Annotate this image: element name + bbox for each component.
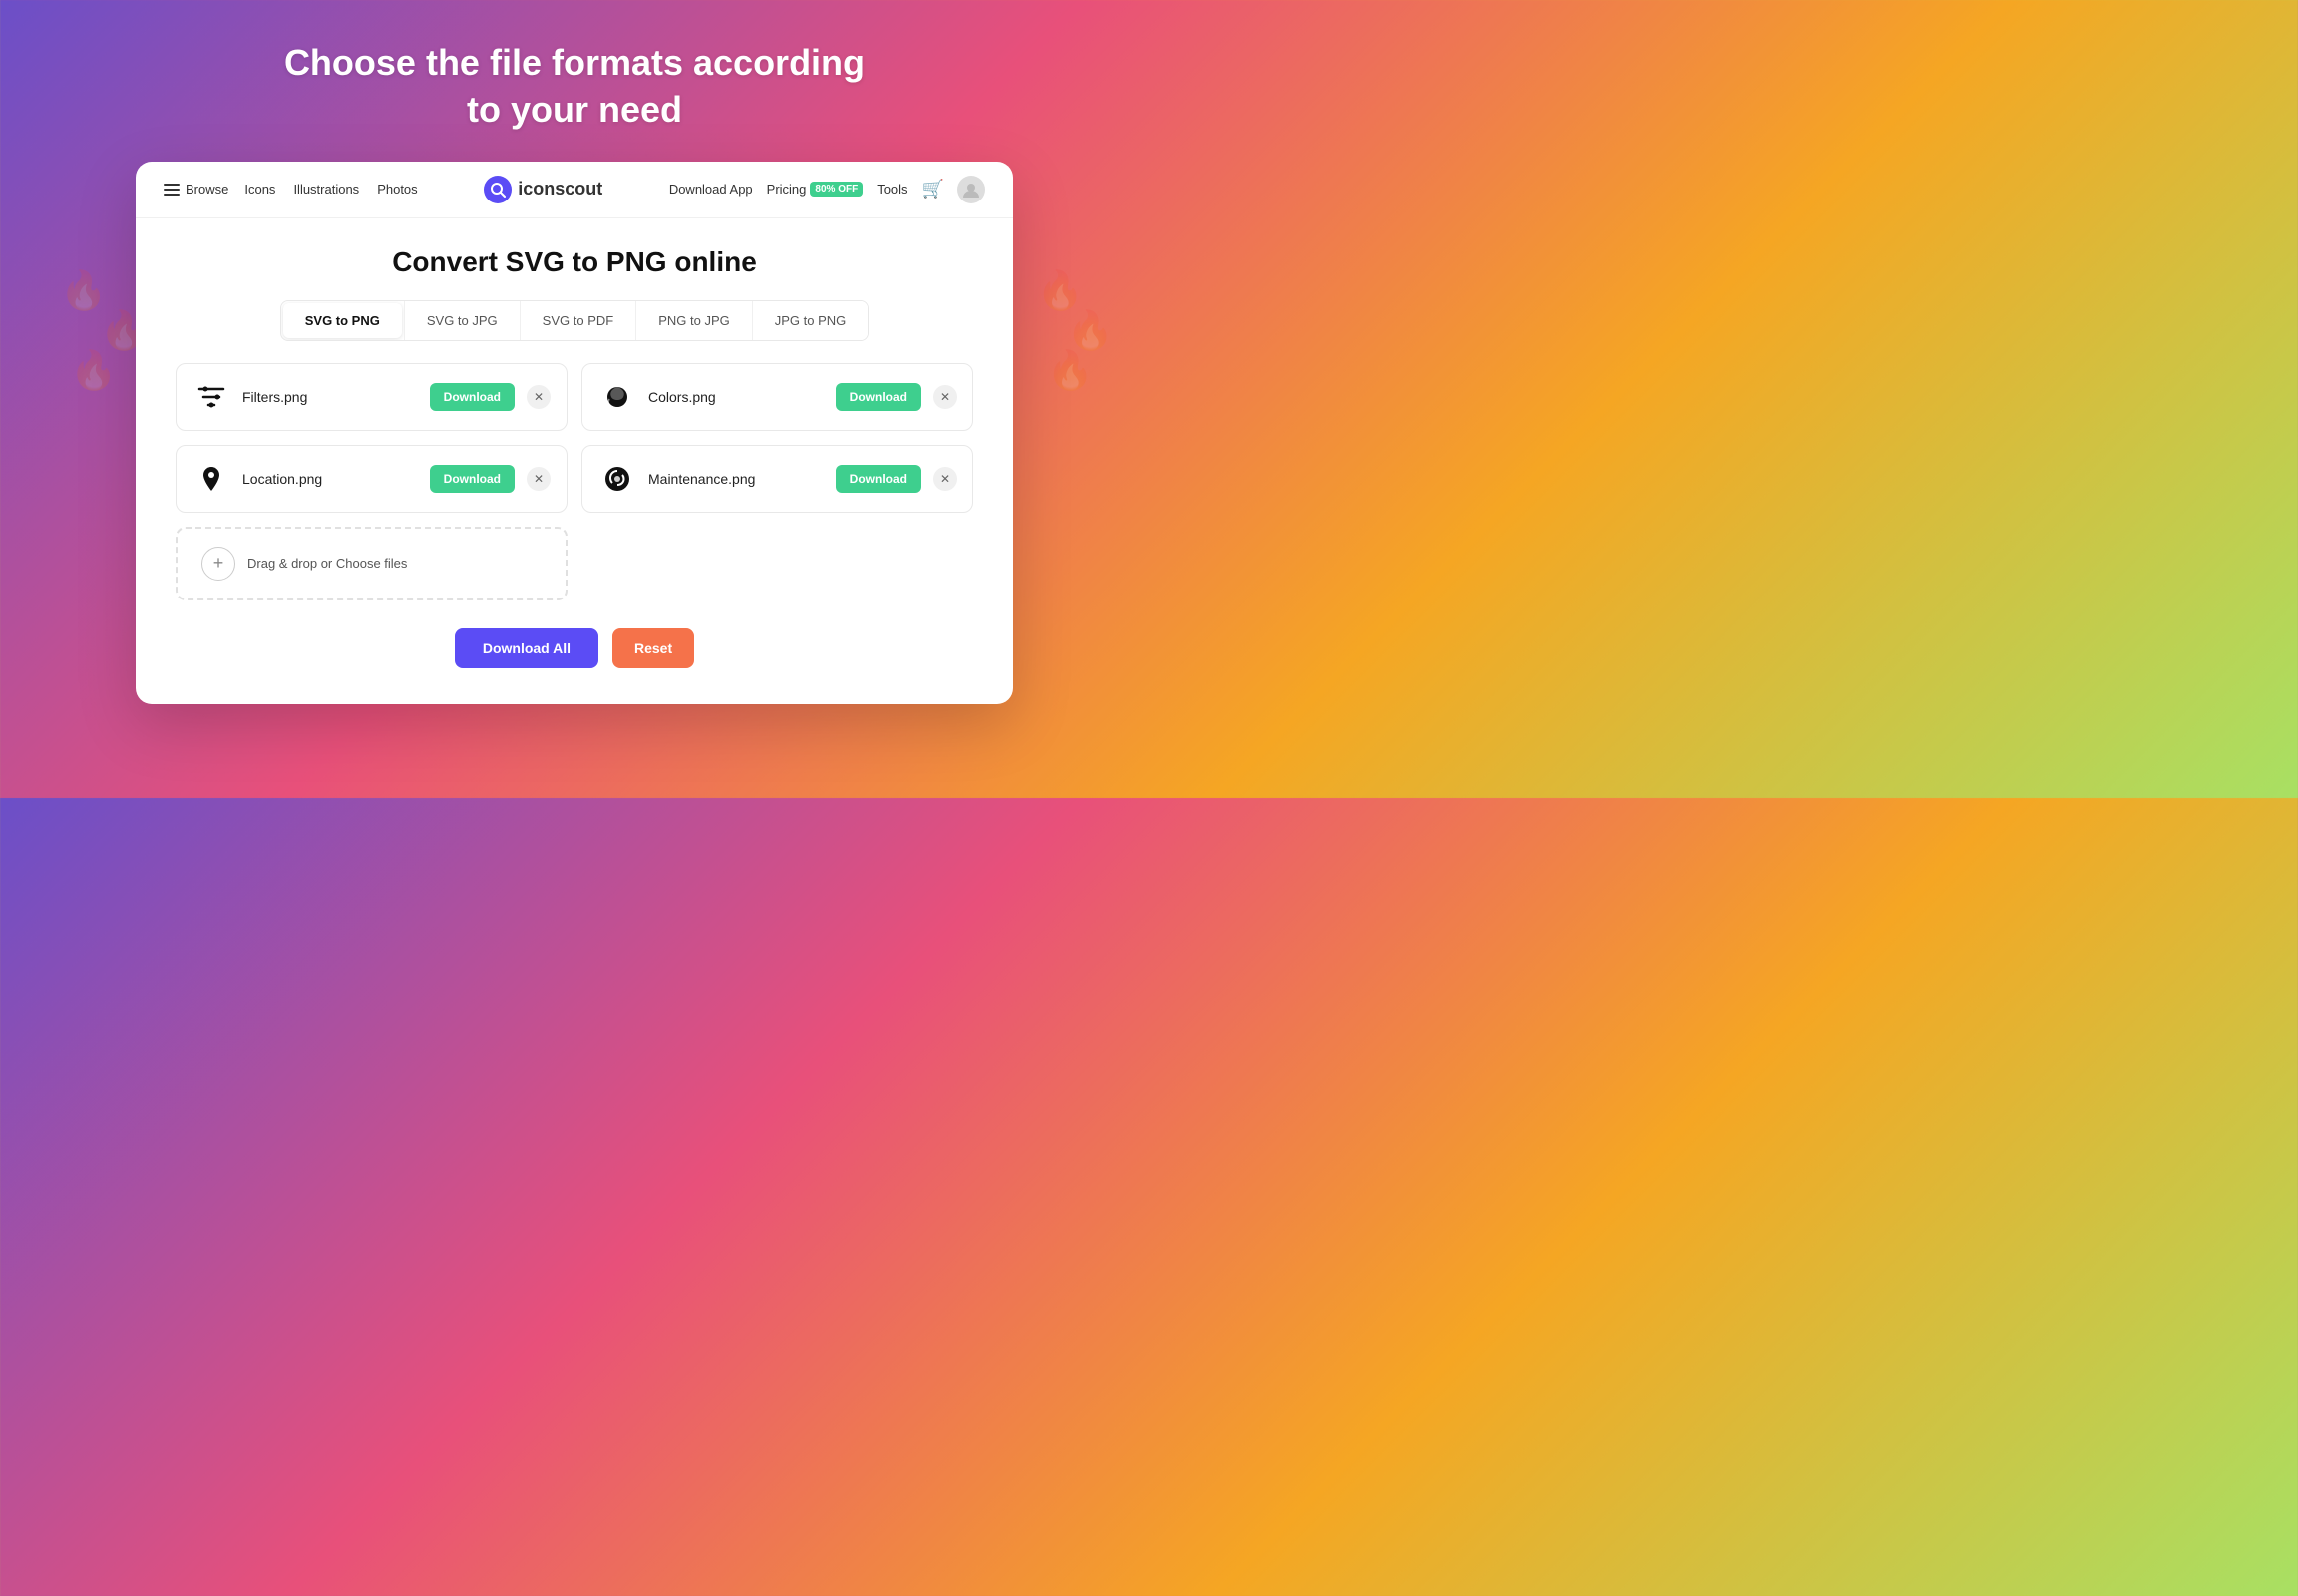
file-name-maintenance: Maintenance.png bbox=[648, 471, 824, 487]
navbar: Browse Icons Illustrations Photos iconsc… bbox=[136, 162, 1013, 218]
drop-zone[interactable]: + Drag & drop or Choose files bbox=[176, 527, 568, 600]
format-tabs: SVG to PNG SVG to JPG SVG to PDF PNG to … bbox=[280, 300, 870, 341]
logo-text: iconscout bbox=[518, 179, 602, 200]
file-icon-colors bbox=[598, 378, 636, 416]
download-btn-colors[interactable]: Download bbox=[836, 383, 921, 411]
file-item-filters: Filters.png Download ✕ bbox=[176, 363, 568, 431]
nav-right: Download App Pricing 80% OFF Tools 🛒 bbox=[669, 176, 985, 203]
tab-jpg-to-png[interactable]: JPG to PNG bbox=[752, 301, 869, 340]
flame-decoration: 🔥 bbox=[1047, 349, 1094, 393]
logo[interactable]: iconscout bbox=[484, 176, 602, 203]
tools-link[interactable]: Tools bbox=[877, 182, 907, 197]
remove-btn-location[interactable]: ✕ bbox=[527, 467, 551, 491]
download-btn-maintenance[interactable]: Download bbox=[836, 465, 921, 493]
cart-icon[interactable]: 🛒 bbox=[922, 179, 944, 200]
drop-zone-text: Drag & drop or Choose files bbox=[247, 556, 407, 571]
main-content: Convert SVG to PNG online SVG to PNG SVG… bbox=[136, 218, 1013, 668]
flame-decoration: 🔥 bbox=[1067, 309, 1114, 353]
file-name-colors: Colors.png bbox=[648, 389, 824, 405]
main-card: Browse Icons Illustrations Photos iconsc… bbox=[136, 162, 1013, 704]
tab-svg-to-pdf[interactable]: SVG to PDF bbox=[520, 301, 636, 340]
browse-menu[interactable]: Browse bbox=[164, 182, 228, 197]
pricing-menu[interactable]: Pricing 80% OFF bbox=[767, 182, 864, 197]
hero-title: Choose the file formats according to you… bbox=[264, 40, 885, 134]
add-file-icon: + bbox=[201, 547, 235, 581]
remove-btn-colors[interactable]: ✕ bbox=[933, 385, 957, 409]
hamburger-icon bbox=[164, 184, 180, 196]
download-all-button[interactable]: Download All bbox=[455, 628, 598, 668]
flame-decoration: 🔥 bbox=[60, 269, 107, 313]
download-btn-location[interactable]: Download bbox=[430, 465, 515, 493]
file-name-location: Location.png bbox=[242, 471, 418, 487]
tab-svg-to-jpg[interactable]: SVG to JPG bbox=[404, 301, 520, 340]
off-badge: 80% OFF bbox=[810, 182, 863, 197]
user-avatar[interactable] bbox=[958, 176, 985, 203]
file-icon-location bbox=[192, 460, 230, 498]
browse-label: Browse bbox=[186, 182, 228, 197]
nav-icons[interactable]: Icons bbox=[244, 182, 275, 197]
pricing-label: Pricing bbox=[767, 182, 807, 197]
file-item-maintenance: Maintenance.png Download ✕ bbox=[581, 445, 973, 513]
tab-svg-to-png[interactable]: SVG to PNG bbox=[283, 303, 402, 338]
flame-decoration: 🔥 bbox=[1037, 269, 1084, 313]
remove-btn-maintenance[interactable]: ✕ bbox=[933, 467, 957, 491]
page-title: Convert SVG to PNG online bbox=[176, 246, 973, 278]
logo-icon bbox=[484, 176, 512, 203]
tab-png-to-jpg[interactable]: PNG to JPG bbox=[635, 301, 752, 340]
remove-btn-filters[interactable]: ✕ bbox=[527, 385, 551, 409]
file-item-colors: Colors.png Download ✕ bbox=[581, 363, 973, 431]
flame-decoration: 🔥 bbox=[70, 349, 117, 393]
nav-photos[interactable]: Photos bbox=[377, 182, 417, 197]
nav-links: Icons Illustrations Photos bbox=[244, 182, 417, 197]
file-grid: Filters.png Download ✕ Colors.png Downlo… bbox=[176, 363, 973, 513]
download-app-link[interactable]: Download App bbox=[669, 182, 753, 197]
file-icon-maintenance bbox=[598, 460, 636, 498]
file-item-location: Location.png Download ✕ bbox=[176, 445, 568, 513]
bottom-actions: Download All Reset bbox=[176, 628, 973, 668]
file-icon-filter bbox=[192, 378, 230, 416]
download-btn-filters[interactable]: Download bbox=[430, 383, 515, 411]
file-name-filters: Filters.png bbox=[242, 389, 418, 405]
reset-button[interactable]: Reset bbox=[612, 628, 694, 668]
nav-illustrations[interactable]: Illustrations bbox=[293, 182, 359, 197]
